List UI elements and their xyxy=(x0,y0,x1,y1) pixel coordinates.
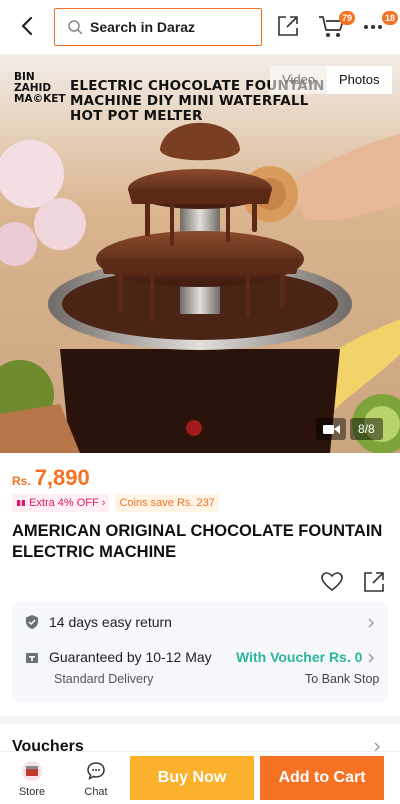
buy-now-button[interactable]: Buy Now xyxy=(130,756,254,800)
chat-label: Chat xyxy=(84,786,108,798)
top-bar: Search in Daraz 79 18 xyxy=(0,0,400,54)
search-placeholder: Search in Daraz xyxy=(90,19,196,35)
store-button[interactable]: Store xyxy=(12,758,52,802)
chevron-right-icon xyxy=(366,616,376,628)
price: Rs. 7,890 xyxy=(12,465,90,491)
store-watermark: BIN ZAHID MA©KET xyxy=(14,71,66,105)
video-camera-icon[interactable] xyxy=(316,418,346,440)
share-icon[interactable] xyxy=(362,570,386,594)
service-info-box: 14 days easy return Guaranteed by 10-12 … xyxy=(12,602,388,702)
product-image-gallery[interactable]: BIN ZAHID MA©KET ELECTRIC CHOCOLATE FOUN… xyxy=(0,54,400,453)
extra-off-chip[interactable]: Extra 4% OFF › xyxy=(12,494,110,512)
notification-badge: 18 xyxy=(382,11,399,25)
search-input[interactable]: Search in Daraz xyxy=(54,8,262,46)
extra-off-label: Extra 4% OFF xyxy=(29,497,99,509)
return-policy-row[interactable]: 14 days easy return xyxy=(12,602,388,642)
store-icon xyxy=(22,761,42,781)
chevron-right-icon xyxy=(366,651,376,663)
tab-video[interactable]: Video xyxy=(270,66,327,94)
heart-icon[interactable] xyxy=(320,570,344,594)
delivery-icon xyxy=(24,650,40,666)
cart-count-badge: 79 xyxy=(339,11,356,25)
store-label: Store xyxy=(18,786,46,798)
image-counter: 8/8 xyxy=(350,418,383,440)
tab-photos[interactable]: Photos xyxy=(327,66,392,94)
product-page: Search in Daraz 79 18 BIN ZAHID MA©KET E… xyxy=(0,0,400,804)
add-to-cart-button[interactable]: Add to Cart xyxy=(260,756,384,800)
gift-icon xyxy=(17,498,25,506)
shield-icon xyxy=(24,614,40,630)
media-tabs: Video Photos xyxy=(270,66,392,94)
return-policy-label: 14 days easy return xyxy=(49,614,172,630)
voucher-amount: With Voucher Rs. 0 xyxy=(236,649,363,665)
bottom-action-bar: Store Chat Buy Now Add to Cart xyxy=(0,751,400,804)
back-icon[interactable] xyxy=(14,12,42,40)
voucher-subtitle: To Bank Stop xyxy=(305,672,380,686)
product-details: Rs. 7,890 Extra 4% OFF › Coins save Rs. 2… xyxy=(0,453,400,716)
price-amount: 7,890 xyxy=(34,465,90,490)
delivery-subtitle: Standard Delivery xyxy=(54,672,154,686)
share-icon[interactable] xyxy=(276,14,300,38)
coins-chip[interactable]: Coins save Rs. 237 xyxy=(115,494,219,512)
chat-button[interactable]: Chat xyxy=(76,758,116,802)
promo-row: Extra 4% OFF › Coins save Rs. 237 xyxy=(12,494,219,512)
product-title: AMERICAN ORIGINAL CHOCOLATE FOUNTAIN ELE… xyxy=(12,522,383,561)
chat-icon xyxy=(87,762,105,780)
price-currency: Rs. xyxy=(12,474,31,488)
delivery-title: Guaranteed by 10-12 May xyxy=(49,649,212,665)
delivery-row[interactable]: Guaranteed by 10-12 May Standard Deliver… xyxy=(12,646,388,696)
search-icon xyxy=(67,19,83,35)
